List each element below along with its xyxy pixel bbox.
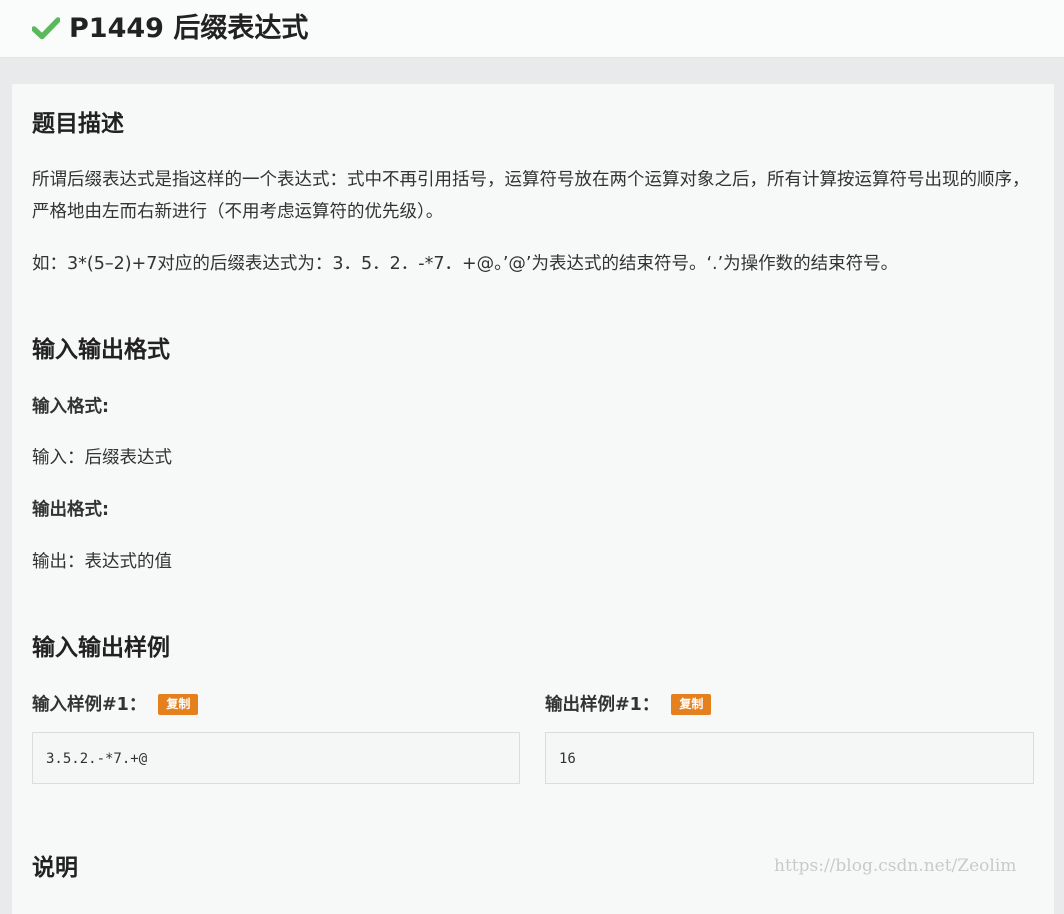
input-sample-box[interactable]: 3.5.2.-*7.+@ (32, 732, 520, 784)
problem-title: P1449 后缀表达式 (69, 13, 309, 44)
watermark: https://blog.csdn.net/Zeolim (774, 856, 1017, 876)
explanation-heading: 说明 (32, 855, 78, 881)
io-format-heading: 输入输出格式 (32, 337, 170, 363)
description-paragraph-1: 所谓后缀表达式是指这样的一个表达式：式中不再引用括号，运算符号放在两个运算对象之… (32, 170, 1030, 222)
problem-card: 题目描述 所谓后缀表达式是指这样的一个表达式：式中不再引用括号，运算符号放在两个… (12, 84, 1054, 914)
copy-input-button[interactable]: 复制 (158, 694, 199, 715)
check-icon (32, 17, 60, 40)
output-sample-label: 输出样例#1： (545, 695, 660, 715)
output-sample-label-row: 输出样例#1： 复制 (545, 692, 712, 718)
input-format-label: 输入格式: (32, 397, 109, 417)
output-sample-box[interactable]: 16 (545, 732, 1034, 784)
input-sample-label: 输入样例#1： (32, 695, 147, 715)
input-sample-label-row: 输入样例#1： 复制 (32, 692, 199, 718)
samples-heading: 输入输出样例 (32, 635, 170, 661)
output-format-label: 输出格式: (32, 500, 109, 520)
problem-header: P1449 后缀表达式 (0, 0, 1064, 58)
output-format-text: 输出：表达式的值 (32, 552, 172, 572)
copy-output-button[interactable]: 复制 (671, 694, 712, 715)
description-heading: 题目描述 (32, 111, 124, 137)
input-format-text: 输入：后缀表达式 (32, 448, 172, 468)
description-paragraph-2: 如：3*(5–2)+7对应的后缀表达式为：3．5．2．-*7．+@。’@’为表达… (32, 254, 899, 274)
